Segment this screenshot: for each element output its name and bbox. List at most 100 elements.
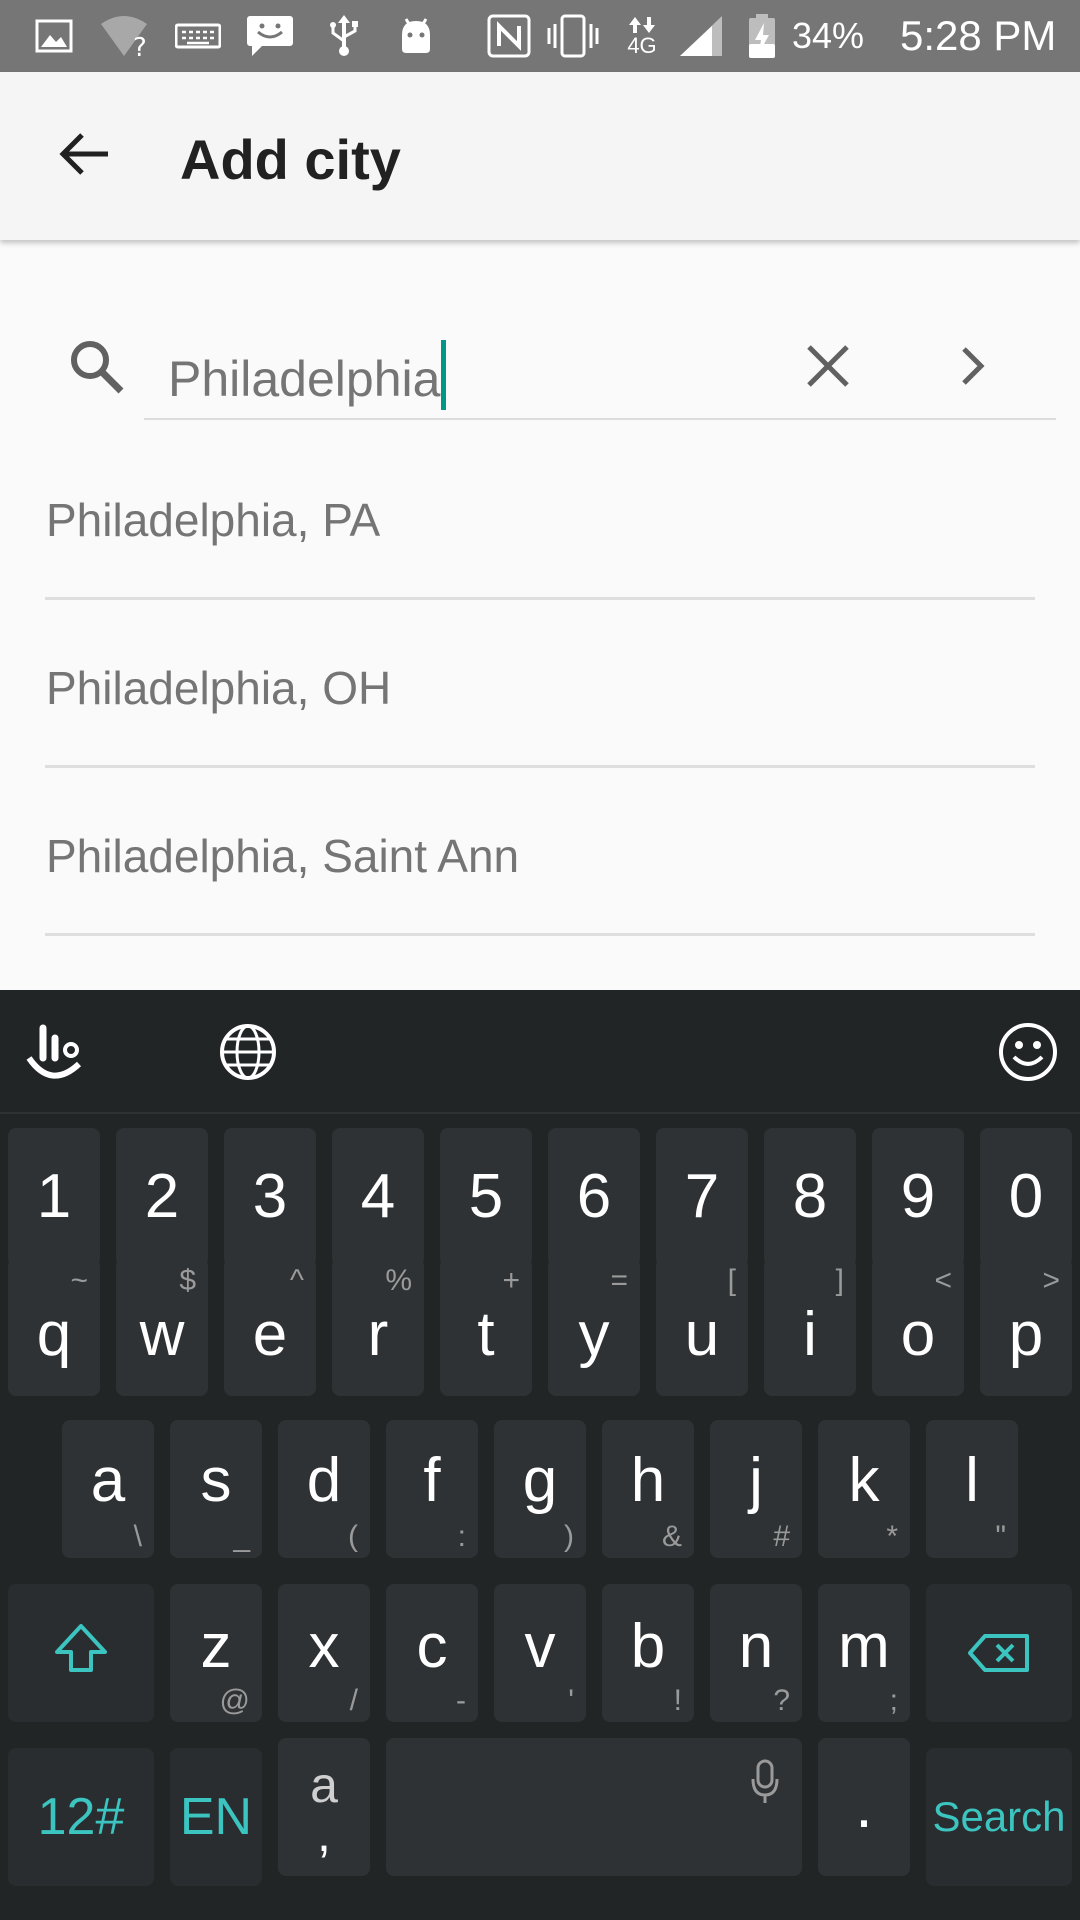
key-label: z xyxy=(200,1612,232,1681)
key-y[interactable]: y = xyxy=(548,1258,640,1396)
key-x[interactable]: x / xyxy=(278,1584,370,1722)
key-label: 4 xyxy=(360,1162,396,1231)
key-label: c xyxy=(416,1612,448,1681)
message-icon xyxy=(244,14,296,58)
key-alt-label: $ xyxy=(179,1264,196,1297)
shift-arrow-icon xyxy=(53,1622,109,1685)
key-label: w xyxy=(139,1300,185,1369)
keyboard-icon xyxy=(174,14,222,58)
key-alt-label: ( xyxy=(348,1520,358,1553)
language-key[interactable]: EN xyxy=(170,1748,262,1886)
key-alt-label: # xyxy=(773,1520,790,1553)
key-4[interactable]: 4 xyxy=(332,1128,424,1266)
key-q[interactable]: q ~ xyxy=(8,1258,100,1396)
key-1[interactable]: 1 xyxy=(8,1128,100,1266)
key-label: 2 xyxy=(144,1162,180,1231)
chevron-right-icon xyxy=(959,345,987,392)
backspace-key[interactable] xyxy=(926,1584,1072,1722)
key-m[interactable]: m; xyxy=(818,1584,910,1722)
key-0[interactable]: 0 xyxy=(980,1128,1072,1266)
symbols-key[interactable]: 12# xyxy=(8,1748,154,1886)
vibrate-icon xyxy=(546,14,600,58)
key-alt-label: [ xyxy=(727,1264,736,1297)
key-label: 5 xyxy=(468,1162,504,1231)
search-key[interactable]: Search xyxy=(926,1748,1072,1886)
result-item[interactable]: Philadelphia, Saint Ann xyxy=(0,768,1080,936)
key-7[interactable]: 7 xyxy=(656,1128,748,1266)
search-input-value: Philadelphia xyxy=(168,351,441,407)
shift-key[interactable] xyxy=(8,1584,154,1722)
key-p[interactable]: p > xyxy=(980,1258,1072,1396)
emoji-icon[interactable] xyxy=(986,1010,1070,1094)
key-3[interactable]: 3 xyxy=(224,1128,316,1266)
key-label: 9 xyxy=(900,1162,936,1231)
divider xyxy=(45,933,1035,936)
nfc-icon xyxy=(486,14,532,58)
key-alt-label: % xyxy=(385,1264,412,1297)
comma-key-top: a xyxy=(310,1757,338,1813)
search-input[interactable]: Philadelphia xyxy=(144,320,1056,420)
key-label: j xyxy=(749,1446,763,1515)
key-e[interactable]: e ^ xyxy=(224,1258,316,1396)
image-icon xyxy=(32,14,76,58)
key-u[interactable]: u[ xyxy=(656,1258,748,1396)
key-label: d xyxy=(306,1446,342,1515)
globe-icon[interactable] xyxy=(206,1010,290,1094)
key-j[interactable]: j # xyxy=(710,1420,802,1558)
text-cursor xyxy=(441,340,447,410)
wifi-unknown-icon: ? xyxy=(98,14,154,58)
key-label: 8 xyxy=(792,1162,828,1231)
key-t[interactable]: t + xyxy=(440,1258,532,1396)
space-key[interactable] xyxy=(386,1738,802,1876)
comma-key[interactable]: a , xyxy=(278,1738,370,1876)
key-alt-label: * xyxy=(886,1520,898,1553)
key-5[interactable]: 5 xyxy=(440,1128,532,1266)
key-k[interactable]: k * xyxy=(818,1420,910,1558)
key-r[interactable]: r% xyxy=(332,1258,424,1396)
app-bar: Add city xyxy=(0,72,1080,240)
key-label: i xyxy=(803,1300,817,1369)
key-a[interactable]: a \ xyxy=(62,1420,154,1558)
key-g[interactable]: g) xyxy=(494,1420,586,1558)
submit-search-button[interactable] xyxy=(940,330,1006,406)
key-i[interactable]: i] xyxy=(764,1258,856,1396)
key-label: f xyxy=(423,1446,441,1515)
key-v[interactable]: v ' xyxy=(494,1584,586,1722)
key-label: 0 xyxy=(1008,1162,1044,1231)
key-9[interactable]: 9 xyxy=(872,1128,964,1266)
key-l[interactable]: l " xyxy=(926,1420,1018,1558)
key-label: r xyxy=(367,1300,389,1369)
key-alt-label: & xyxy=(661,1520,682,1553)
result-label: Philadelphia, OH xyxy=(46,662,392,714)
result-item[interactable]: Philadelphia, PA xyxy=(0,432,1080,600)
key-b[interactable]: b! xyxy=(602,1584,694,1722)
key-o[interactable]: o < xyxy=(872,1258,964,1396)
clear-search-button[interactable] xyxy=(790,330,866,406)
clock: 5:28 PM xyxy=(900,12,1057,59)
key-label: 6 xyxy=(576,1162,612,1231)
key-8[interactable]: 8 xyxy=(764,1128,856,1266)
key-2[interactable]: 2 xyxy=(116,1128,208,1266)
key-d[interactable]: d( xyxy=(278,1420,370,1558)
key-6[interactable]: 6 xyxy=(548,1128,640,1266)
key-c[interactable]: c- xyxy=(386,1584,478,1722)
back-button[interactable] xyxy=(40,116,128,196)
key-alt-label: / xyxy=(349,1684,358,1717)
key-z[interactable]: z @ xyxy=(170,1584,262,1722)
key-label: v xyxy=(524,1612,556,1681)
key-n[interactable]: n? xyxy=(710,1584,802,1722)
key-alt-label: < xyxy=(934,1264,952,1297)
key-alt-label: \ xyxy=(133,1520,142,1553)
key-label: n xyxy=(738,1612,774,1681)
key-h[interactable]: h & xyxy=(602,1420,694,1558)
status-bar: ? 4G 34% 5:28 PM xyxy=(0,0,1080,72)
period-key[interactable]: . xyxy=(818,1738,910,1876)
key-w[interactable]: w $ xyxy=(116,1258,208,1396)
key-s[interactable]: s _ xyxy=(170,1420,262,1558)
on-screen-keyboard: 1 2 3 4 5 6 7 8 9 0 q ~ w $ e ^ r% t + y = u[i] o < p > a \ s _ d(f: g)… xyxy=(0,990,1080,1920)
swype-logo-icon[interactable] xyxy=(14,1010,98,1094)
result-label: Philadelphia, PA xyxy=(46,494,381,546)
key-f[interactable]: f: xyxy=(386,1420,478,1558)
key-label: e xyxy=(252,1300,288,1369)
result-item[interactable]: Philadelphia, OH xyxy=(0,600,1080,768)
